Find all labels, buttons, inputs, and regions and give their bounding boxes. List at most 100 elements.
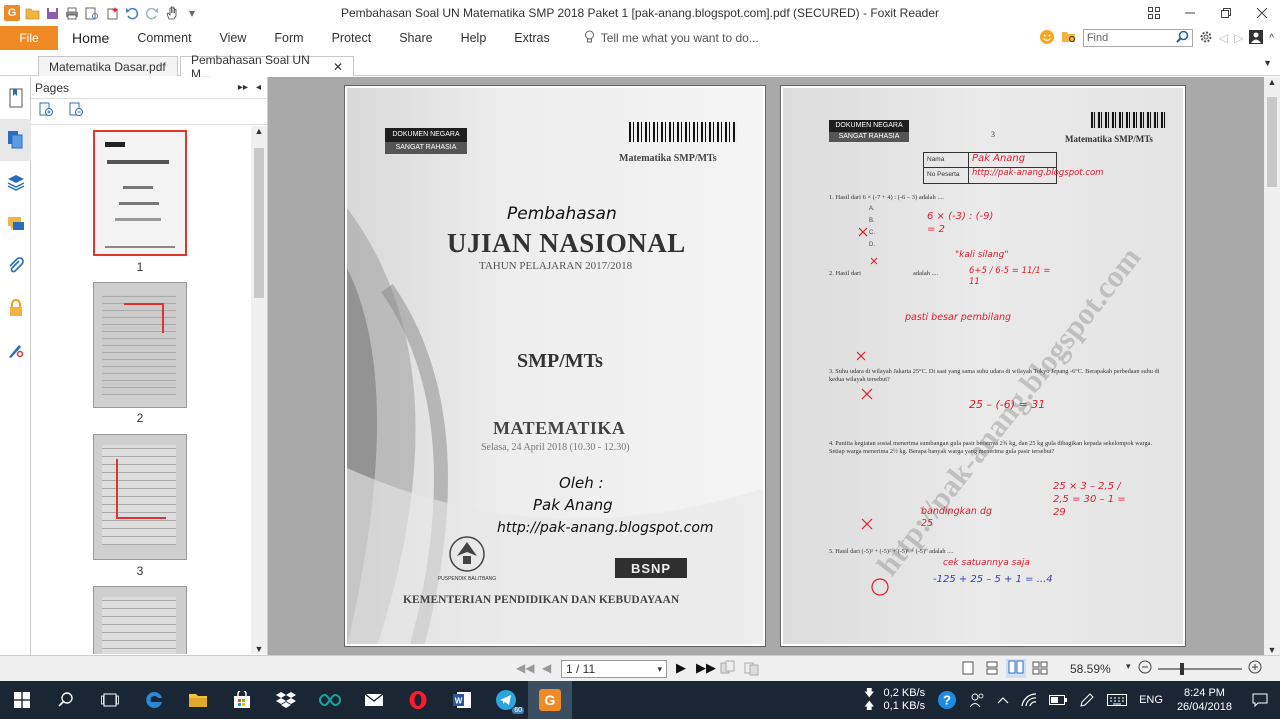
help-tray-button[interactable]: ? (931, 690, 963, 710)
undo-icon[interactable] (124, 5, 140, 21)
settings-gear-icon[interactable] (1199, 30, 1213, 47)
search-taskbar-button[interactable] (44, 681, 88, 719)
zoom-level[interactable]: 58.59% (1070, 662, 1111, 676)
document-scrollbar[interactable]: ▲ ▼ (1264, 77, 1280, 655)
new-document-icon[interactable] (104, 5, 120, 21)
panel-options-icon[interactable]: ▸▸ (238, 82, 248, 93)
pdf-page-1[interactable]: DOKUMEN NEGARA SANGAT RAHASIA Matematika… (344, 85, 766, 647)
battery-tray-button[interactable] (1043, 695, 1073, 705)
clock[interactable]: 8:24 PM 26/04/2018 (1169, 686, 1240, 714)
user-account-icon[interactable] (1249, 29, 1264, 47)
tab-comment[interactable]: Comment (123, 26, 205, 50)
edge-browser-button[interactable] (132, 681, 176, 719)
tab-protect[interactable]: Protect (318, 26, 386, 50)
arduino-button[interactable] (308, 681, 352, 719)
security-panel-button[interactable] (0, 287, 31, 329)
thumbnail-zoom-out-icon[interactable] (69, 102, 85, 121)
scroll-up-icon[interactable]: ▲ (251, 126, 267, 136)
zoom-out-icon[interactable] (1138, 660, 1152, 677)
save-icon[interactable] (44, 5, 60, 21)
close-tab-icon[interactable]: ✕ (333, 60, 343, 74)
page-number-input[interactable]: 1 / 11 ▾ (561, 660, 667, 678)
tab-help[interactable]: Help (447, 26, 501, 50)
zoom-slider[interactable] (1158, 663, 1242, 675)
tab-extras[interactable]: Extras (500, 26, 563, 50)
doc-tab-pembahasan[interactable]: Pembahasan Soal UN M... ✕ (180, 53, 354, 81)
scroll-up-icon[interactable]: ▲ (1264, 77, 1280, 87)
start-button[interactable] (0, 681, 44, 719)
touch-keyboard-button[interactable] (1101, 694, 1133, 706)
zoom-in-icon[interactable] (1248, 660, 1262, 677)
dropbox-button[interactable] (264, 681, 308, 719)
doc-tab-matematika-dasar[interactable]: Matematika Dasar.pdf (38, 56, 178, 76)
pages-panel-button[interactable] (0, 119, 31, 161)
show-hidden-icons-button[interactable] (991, 696, 1015, 704)
previous-icon[interactable]: ◁ (1219, 31, 1228, 45)
hand-tool-icon[interactable] (164, 5, 180, 21)
first-page-icon[interactable]: ◀◀ (516, 661, 534, 675)
zoom-slider-thumb[interactable] (1180, 663, 1184, 675)
next-icon[interactable]: ▷ (1234, 31, 1243, 45)
tab-view[interactable]: View (206, 26, 261, 50)
file-tab[interactable]: File (0, 26, 58, 50)
previous-view-icon[interactable] (720, 660, 736, 679)
scrollbar-thumb[interactable] (1267, 97, 1277, 187)
wifi-tray-button[interactable] (1015, 693, 1043, 707)
restore-button[interactable] (1208, 0, 1244, 26)
tab-share[interactable]: Share (385, 26, 446, 50)
tab-home[interactable]: Home (58, 26, 123, 50)
close-button[interactable] (1244, 0, 1280, 26)
tab-form[interactable]: Form (260, 26, 317, 50)
scroll-down-icon[interactable]: ▼ (251, 644, 267, 654)
find-input[interactable]: Find (1082, 29, 1193, 47)
signature-panel-button[interactable] (0, 329, 31, 371)
mail-button[interactable] (352, 681, 396, 719)
previous-page-icon[interactable]: ◀ (542, 661, 551, 675)
pdf-page-2[interactable]: DOKUMEN NEGARA SANGAT RAHASIA 3 Matemati… (780, 85, 1186, 647)
find-folder-icon[interactable] (1061, 30, 1077, 47)
people-tray-button[interactable] (963, 692, 991, 708)
customize-qat-icon[interactable]: ▾ (184, 5, 200, 21)
print-icon[interactable] (64, 5, 80, 21)
single-page-view-icon[interactable] (962, 661, 974, 678)
next-page-icon[interactable]: ▶ (676, 660, 686, 676)
zoom-dropdown-icon[interactable]: ▾ (1126, 661, 1131, 672)
tell-me-box[interactable]: Tell me what you want to do... (584, 30, 759, 47)
collapse-ribbon-icon[interactable]: ^ (1269, 33, 1274, 44)
thumbnail-zoom-in-icon[interactable] (39, 102, 55, 121)
page-thumbnail-3[interactable] (93, 434, 187, 560)
facing-view-icon[interactable] (1006, 659, 1026, 678)
word-button[interactable]: W (440, 681, 484, 719)
page-thumbnail-1[interactable] (93, 130, 187, 256)
tabs-dropdown-icon[interactable]: ▼ (1263, 58, 1272, 68)
continuous-facing-view-icon[interactable] (1032, 661, 1048, 678)
attachments-panel-button[interactable] (0, 245, 31, 287)
file-explorer-button[interactable] (176, 681, 220, 719)
store-button[interactable] (220, 681, 264, 719)
opera-button[interactable] (396, 681, 440, 719)
ribbon-display-icon[interactable] (1136, 0, 1172, 26)
document-view[interactable]: DOKUMEN NEGARA SANGAT RAHASIA Matematika… (268, 77, 1264, 655)
scroll-down-icon[interactable]: ▼ (1264, 645, 1280, 655)
scrollbar-thumb[interactable] (254, 148, 264, 298)
telegram-button[interactable]: 60 (484, 681, 528, 719)
search-icon[interactable] (1176, 30, 1189, 46)
layers-panel-button[interactable] (0, 161, 31, 203)
panel-collapse-icon[interactable]: ◂ (256, 82, 261, 93)
last-page-icon[interactable]: ▶▶ (696, 660, 716, 676)
continuous-view-icon[interactable] (986, 661, 998, 678)
pen-tray-button[interactable] (1073, 692, 1101, 708)
next-view-icon[interactable] (744, 660, 760, 679)
page-thumbnail-4[interactable] (93, 586, 187, 654)
redo-icon[interactable] (144, 5, 160, 21)
comments-panel-button[interactable] (0, 203, 31, 245)
task-view-button[interactable] (88, 681, 132, 719)
pages-panel-scrollbar[interactable]: ▲ ▼ (251, 126, 267, 654)
page-thumbnail-2[interactable] (93, 282, 187, 408)
action-center-button[interactable] (1240, 693, 1280, 707)
bookmarks-panel-button[interactable] (0, 77, 31, 119)
foxit-reader-button[interactable]: G (528, 681, 572, 719)
open-folder-icon[interactable] (24, 5, 40, 21)
minimize-button[interactable] (1172, 0, 1208, 26)
input-language[interactable]: ENG (1133, 694, 1169, 706)
